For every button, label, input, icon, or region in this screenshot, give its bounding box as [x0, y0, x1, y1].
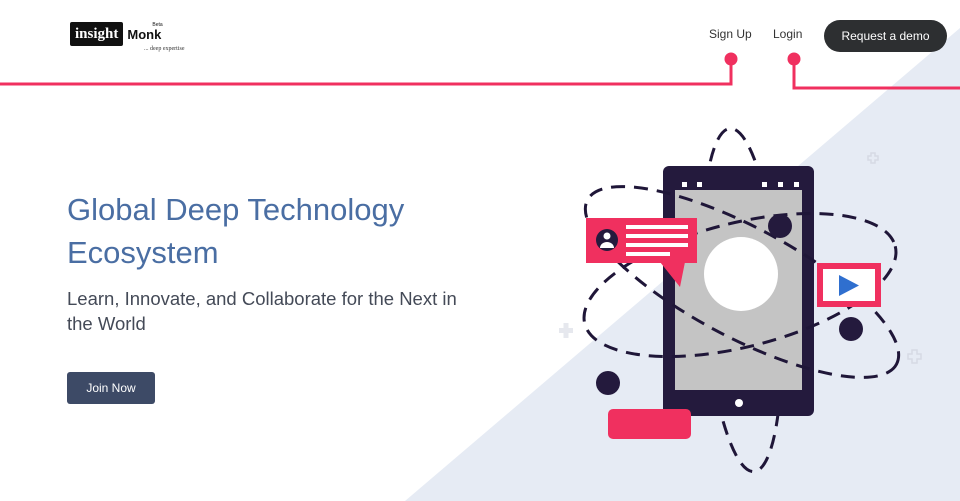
hero-illustration: [559, 126, 922, 474]
hero-subtitle: Learn, Innovate, and Collaborate for the…: [67, 286, 507, 336]
login-guide-line: [792, 59, 960, 90]
hero-subtitle-line1: Learn, Innovate, and Collaborate for the…: [67, 288, 457, 309]
video-card: [817, 263, 881, 307]
plus-icon: [867, 152, 879, 164]
signup-guide-pin: [724, 52, 738, 66]
pink-pill: [608, 409, 691, 439]
chat-bubble: [586, 218, 697, 287]
plus-icon: [559, 323, 573, 338]
orbit-node: [768, 214, 792, 238]
hero-subtitle-line2: the World: [67, 313, 146, 334]
hero-title-line1: Global Deep Technology: [67, 192, 405, 227]
join-now-button[interactable]: Join Now: [67, 372, 155, 404]
plus-icon: [907, 349, 922, 364]
screen-circle: [704, 237, 778, 311]
home-button: [735, 399, 743, 407]
signup-guide-line: [0, 59, 733, 86]
hero-title: Global Deep Technology Ecosystem: [67, 188, 507, 274]
orbit-node: [839, 317, 863, 341]
orbit-node: [596, 371, 620, 395]
hero-title-line2: Ecosystem: [67, 235, 219, 270]
login-guide-pin: [787, 52, 801, 66]
